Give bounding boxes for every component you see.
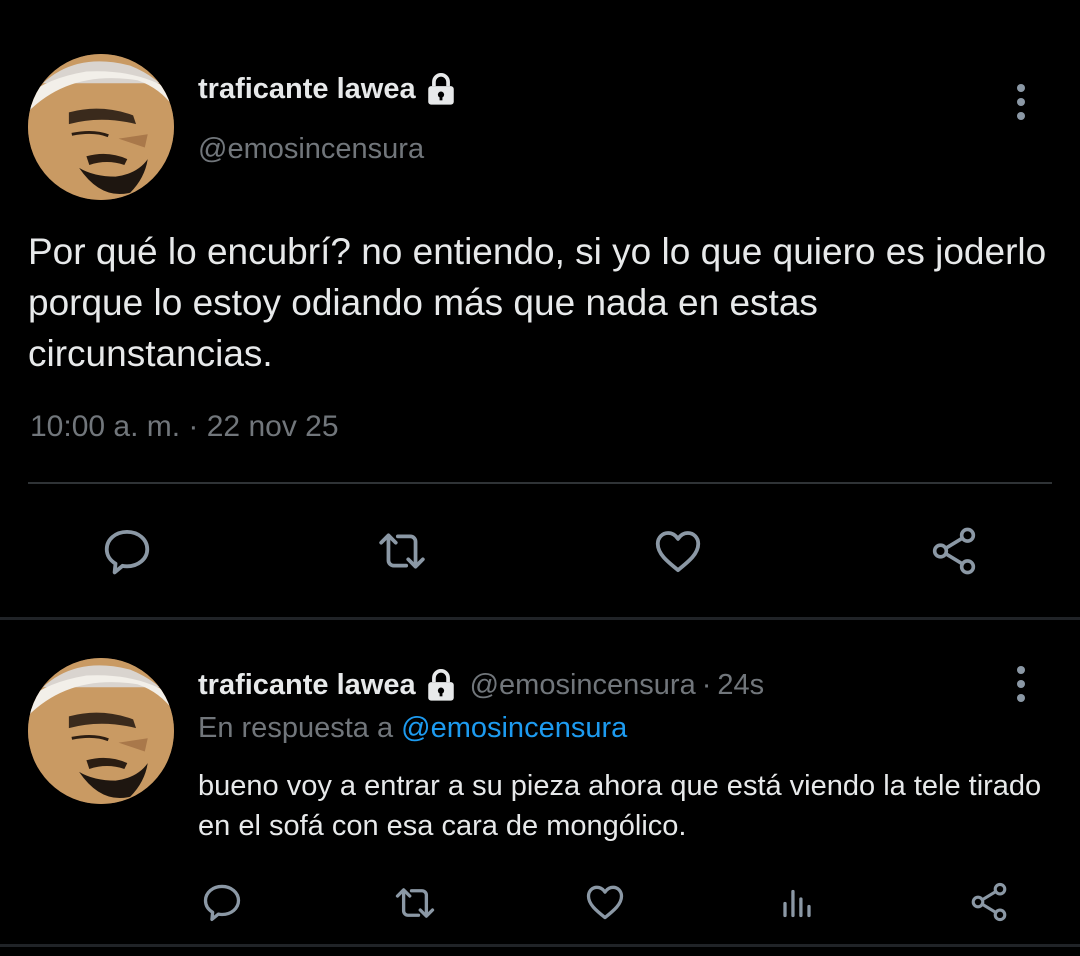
reply-context: En respuesta a @emosincensura (198, 712, 627, 745)
like-icon[interactable] (582, 880, 628, 924)
share-icon[interactable] (926, 524, 982, 578)
tweet-timestamp[interactable]: 10:00 a. m. · 22 nov 25 (30, 410, 339, 444)
handle[interactable]: @emosincensura (198, 133, 424, 166)
like-icon[interactable] (650, 524, 706, 578)
avatar[interactable] (28, 658, 174, 804)
tweet-age[interactable]: 24s (717, 669, 764, 701)
reply-prefix: En respuesta a (198, 712, 394, 744)
meta-separator: · (701, 668, 712, 701)
share-icon[interactable] (966, 880, 1012, 924)
divider (28, 482, 1052, 484)
analytics-icon[interactable] (778, 884, 816, 920)
reply-meta: @emosincensura · 24s (470, 669, 765, 702)
reply-icon[interactable] (200, 880, 244, 924)
retweet-icon[interactable] (372, 526, 432, 576)
retweet-icon[interactable] (390, 882, 440, 924)
tweet-text: bueno voy a entrar a su pieza ahora que … (198, 770, 1042, 842)
handle[interactable]: @emosincensura (470, 669, 696, 701)
section-separator (0, 944, 1080, 947)
section-separator (0, 617, 1080, 620)
display-name[interactable]: traficante lawea (198, 669, 416, 702)
more-options-icon[interactable] (1013, 664, 1029, 704)
reply-header: traficante lawea @emosincensura · 24s (198, 668, 764, 702)
display-name[interactable]: traficante lawea (198, 72, 458, 106)
reply-icon[interactable] (100, 524, 154, 578)
avatar[interactable] (28, 54, 174, 200)
display-name-text[interactable]: traficante lawea (198, 73, 416, 106)
reply-mention-link[interactable]: @emosincensura (401, 712, 627, 744)
lock-icon (424, 72, 458, 106)
tweet-text: Por qué lo encubrí? no entiendo, si yo l… (28, 231, 1047, 374)
lock-icon (424, 668, 458, 702)
more-options-icon[interactable] (1013, 82, 1029, 122)
